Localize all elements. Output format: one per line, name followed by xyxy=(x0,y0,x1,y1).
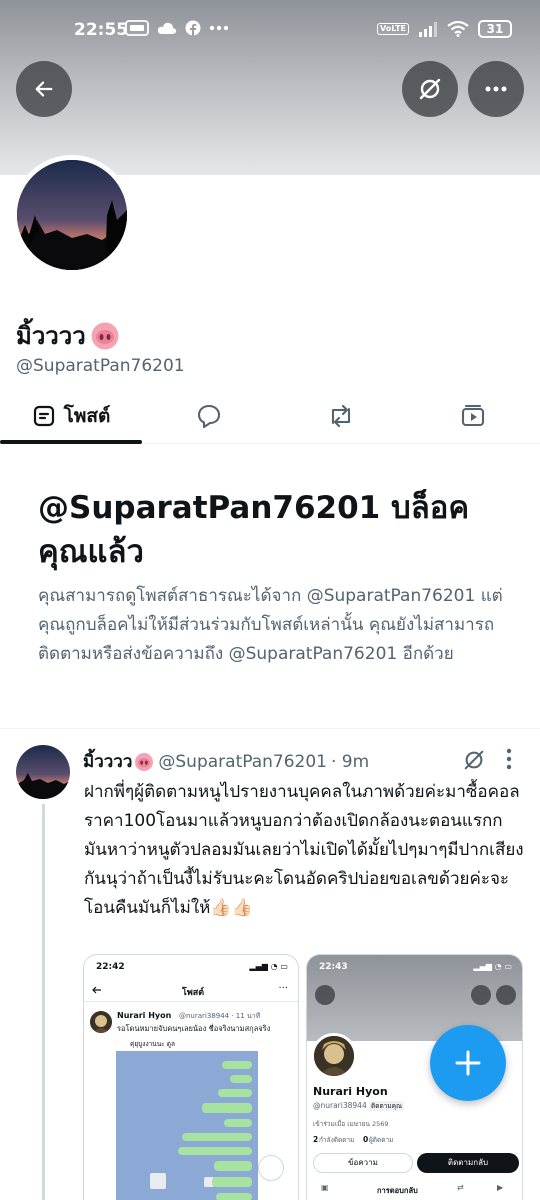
plus-icon xyxy=(455,1050,481,1076)
mini-avatar xyxy=(90,1011,112,1033)
reply-bubble-icon xyxy=(197,404,221,429)
mini-back-icon xyxy=(92,986,101,994)
profile-name: มิ้วววว xyxy=(16,316,120,355)
pig-nose-emoji xyxy=(91,322,119,349)
post-header: มิ้วววว @SuparatPan76201 · 9m xyxy=(83,748,503,775)
mini-status-time-2: 22:43 xyxy=(319,962,348,972)
mini-repost-icon: ⇄ xyxy=(457,1183,464,1192)
mini-profile-avatar xyxy=(311,1033,357,1079)
arrow-left-icon xyxy=(35,81,53,97)
volte-badge: VoLTE xyxy=(377,23,409,35)
mini-status-icons-2: ▂▄▆ ◔ ▭ xyxy=(473,962,512,971)
status-right-icons: VoLTE 31 xyxy=(377,20,512,38)
battery-indicator: 31 xyxy=(478,20,512,38)
status-time: 22:55 xyxy=(74,20,129,40)
blocked-title: @SuparatPan76201 บล็อคคุณแล้ว xyxy=(38,490,470,570)
mini-placeholder xyxy=(150,1173,166,1189)
profile-tabs: โพสต์ xyxy=(0,388,540,444)
mini-poster-meta: @nurari38944 · 11 นาที xyxy=(179,1012,261,1020)
tab-reposts[interactable] xyxy=(310,388,372,444)
mini-status-time: 22:42 xyxy=(96,962,125,972)
post-text: ฝากพี่ๆผู้ติดตามหนูไปรายงานบุคคลในภาพด้ว… xyxy=(84,782,524,918)
profile-name-text: มิ้วววว xyxy=(16,322,86,350)
post-grok-button[interactable] xyxy=(462,748,486,776)
status-left-icons xyxy=(125,20,229,36)
post-author-name[interactable]: มิ้วววว xyxy=(83,748,132,775)
mini-more-button xyxy=(496,985,516,1005)
mini-divider xyxy=(84,1001,298,1002)
mini-followers-label: ผู้ติดตาม xyxy=(369,1136,394,1144)
mini-followers-count: 0 xyxy=(363,1135,369,1144)
cloud-icon xyxy=(157,22,177,34)
grok-button[interactable] xyxy=(402,61,458,117)
mini-message-button: ข้อความ xyxy=(313,1153,413,1173)
blocked-description: คุณสามารถดูโพสต์สาธารณะได้จาก @SuparatPa… xyxy=(38,586,503,664)
section-divider xyxy=(0,728,540,729)
mini-poster-text: รอโดนหมายจับคนๆเลยน้อง ชื่อจริงนามสกุลจร… xyxy=(117,1024,271,1033)
mini-poster-name: Nurari Hyon xyxy=(117,1011,172,1020)
vertical-dots-icon xyxy=(506,748,512,770)
mini-follow-back-button: ติดตามกลับ xyxy=(417,1153,519,1173)
mini-following-count: 2 xyxy=(313,1135,319,1144)
mini-media-icon: ▶ xyxy=(497,1183,504,1192)
posts-icon xyxy=(33,405,54,427)
mini-header-title: โพสต์ xyxy=(182,988,205,998)
mini-following-label: กำลังติดตาม xyxy=(319,1136,355,1144)
more-options-button[interactable] xyxy=(468,61,524,117)
post-author-handle[interactable]: @SuparatPan76201 xyxy=(158,752,327,772)
status-bar: 22:55 VoLTE 31 xyxy=(0,0,540,60)
post-image-1[interactable]: 22:42 ▂▄▆ ◔ ▭ โพสต์ ··· Nurari Hyon @nur… xyxy=(83,954,299,1200)
tab-replies[interactable] xyxy=(178,388,240,444)
tab-posts-label: โพสต์ xyxy=(63,405,111,427)
profile-avatar[interactable] xyxy=(12,155,132,275)
mini-joined: เข้าร่วมเมื่อ เมษายน 2569 xyxy=(313,1120,389,1128)
facebook-icon xyxy=(185,20,201,36)
mini-back-button xyxy=(315,985,335,1005)
tab-media[interactable] xyxy=(442,388,504,444)
thread-line xyxy=(42,804,45,1200)
back-button[interactable] xyxy=(16,61,72,117)
mini-search-button xyxy=(471,985,491,1005)
grok-icon xyxy=(419,78,441,100)
tab-posts[interactable]: โพสต์ xyxy=(0,388,142,444)
mini-profile-name: Nurari Hyon xyxy=(313,1085,388,1098)
mini-chat-title: คุ่ยุบูงงานนะ ดูล xyxy=(130,1040,175,1048)
mini-replies-tab: การตอบกลับ xyxy=(377,1186,418,1195)
grok-icon xyxy=(464,750,484,770)
overflow-dots-icon xyxy=(209,25,229,31)
repost-icon xyxy=(331,404,351,428)
line-app-icon xyxy=(125,20,149,36)
mini-posts-icon: ▣ xyxy=(321,1183,329,1192)
compose-post-button[interactable] xyxy=(430,1025,506,1101)
mini-status-icons: ▂▄▆ ◔ ▭ xyxy=(249,962,288,971)
mini-more-icon: ··· xyxy=(278,983,288,994)
more-dots-icon xyxy=(485,86,507,92)
video-icon xyxy=(461,404,485,427)
mini-follows-badge: ติดตามคุณ xyxy=(369,1101,404,1111)
signal-icon xyxy=(419,22,437,37)
mini-chat-screenshot: คุ่ยุบูงงานนะ ดูล xyxy=(116,1037,258,1200)
post-more-button[interactable] xyxy=(505,748,513,774)
wifi-icon xyxy=(447,21,469,37)
mini-circle xyxy=(258,1155,284,1181)
profile-handle: @SuparatPan76201 xyxy=(16,356,185,376)
post-time: · 9m xyxy=(331,751,370,772)
active-tab-indicator xyxy=(0,440,142,444)
mini-profile-handle: @nurari38944 xyxy=(313,1101,367,1110)
post-avatar[interactable] xyxy=(16,745,70,799)
pig-nose-emoji xyxy=(135,752,154,771)
